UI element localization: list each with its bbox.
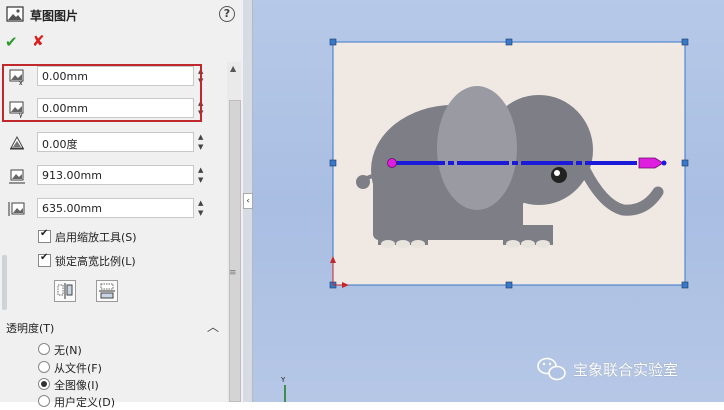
flip-vertical-icon — [99, 283, 115, 299]
direction-end-point[interactable] — [661, 160, 667, 166]
angle-spinner[interactable]: ▲ ▼ — [198, 132, 203, 152]
scroll-up-icon[interactable]: ▲ — [230, 64, 236, 73]
panel-scrollbar[interactable]: ▲ — [227, 62, 241, 402]
height-input[interactable]: 635.00mm — [37, 198, 194, 218]
side-grip[interactable] — [2, 255, 7, 310]
lock-aspect-ratio-label: 锁定高宽比例(L) — [55, 255, 136, 268]
panel-title: 草图图片 — [30, 9, 79, 23]
checkbox-box[interactable] — [38, 252, 51, 267]
width-input[interactable]: 913.00mm — [37, 165, 194, 185]
checkbox-box[interactable] — [38, 228, 51, 243]
radio-dot-selected[interactable] — [38, 378, 50, 390]
scrollbar-thumb[interactable] — [229, 100, 241, 402]
collapse-arrow-icon[interactable]: ‹ — [243, 193, 253, 209]
height-icon — [8, 202, 25, 216]
cancel-button[interactable]: ✘ — [32, 32, 45, 50]
resize-grip-icon[interactable]: ≡ — [229, 268, 237, 280]
radio-dot[interactable] — [38, 395, 50, 407]
handle-top-right[interactable] — [681, 38, 689, 46]
angle-icon — [10, 135, 24, 150]
angle-input[interactable]: 0.00度 — [37, 132, 194, 152]
enable-scale-tool-label: 启用缩放工具(S) — [55, 231, 137, 244]
title-bar: 草图图片 ? — [0, 0, 243, 28]
flip-horizontal-button[interactable] — [54, 280, 76, 302]
width-icon — [9, 169, 25, 184]
triad-y-label: Y — [281, 376, 286, 384]
width-row: 913.00mm ▲ ▼ — [0, 163, 225, 189]
height-spinner[interactable]: ▲ ▼ — [198, 198, 203, 218]
ok-button[interactable]: ✔ — [5, 33, 18, 51]
panel-splitter[interactable]: ‹ — [243, 0, 253, 402]
handle-top-mid[interactable] — [505, 38, 513, 46]
radio-dot[interactable] — [38, 343, 50, 355]
transparency-section-header[interactable]: 透明度(T) ︿ — [0, 315, 225, 337]
height-row: 635.00mm ▲ ▼ — [0, 196, 225, 222]
transparency-label: 透明度(T) — [6, 322, 55, 335]
canvas-svg — [284, 38, 689, 402]
handle-mid-left[interactable] — [329, 159, 337, 167]
radio-dot[interactable] — [38, 361, 50, 373]
wechat-logo-icon — [537, 357, 566, 381]
position-highlight-box — [2, 64, 202, 122]
flip-vertical-button[interactable] — [96, 280, 118, 302]
radio-label: 用户定义(D) — [54, 396, 116, 409]
direction-start-point[interactable] — [387, 158, 397, 168]
handle-bottom-right[interactable] — [681, 281, 689, 289]
chevron-up-icon[interactable]: ︿ — [207, 318, 219, 335]
flip-horizontal-icon — [57, 283, 73, 299]
watermark-text: 宝象联合实验室 — [573, 361, 679, 379]
property-manager-panel: 草图图片 ? ✔ ✘ x 0.00mm ▲ ▼ y 0.00mm ▲ ▼ 0.00度… — [0, 0, 244, 409]
width-spinner[interactable]: ▲ ▼ — [198, 165, 203, 185]
help-icon[interactable]: ? — [219, 6, 235, 22]
handle-bottom-mid[interactable] — [505, 281, 513, 289]
radio-label: 全图像(I) — [54, 379, 99, 392]
sketch-picture-icon — [6, 6, 24, 22]
handle-top-left[interactable] — [329, 38, 337, 46]
graphics-area[interactable]: Y 宝象联合实验室 — [253, 0, 724, 402]
angle-row: 0.00度 ▲ ▼ — [0, 130, 225, 156]
radio-label: 无(N) — [54, 344, 82, 357]
radio-label: 从文件(F) — [54, 362, 102, 375]
handle-mid-right[interactable] — [681, 159, 689, 167]
